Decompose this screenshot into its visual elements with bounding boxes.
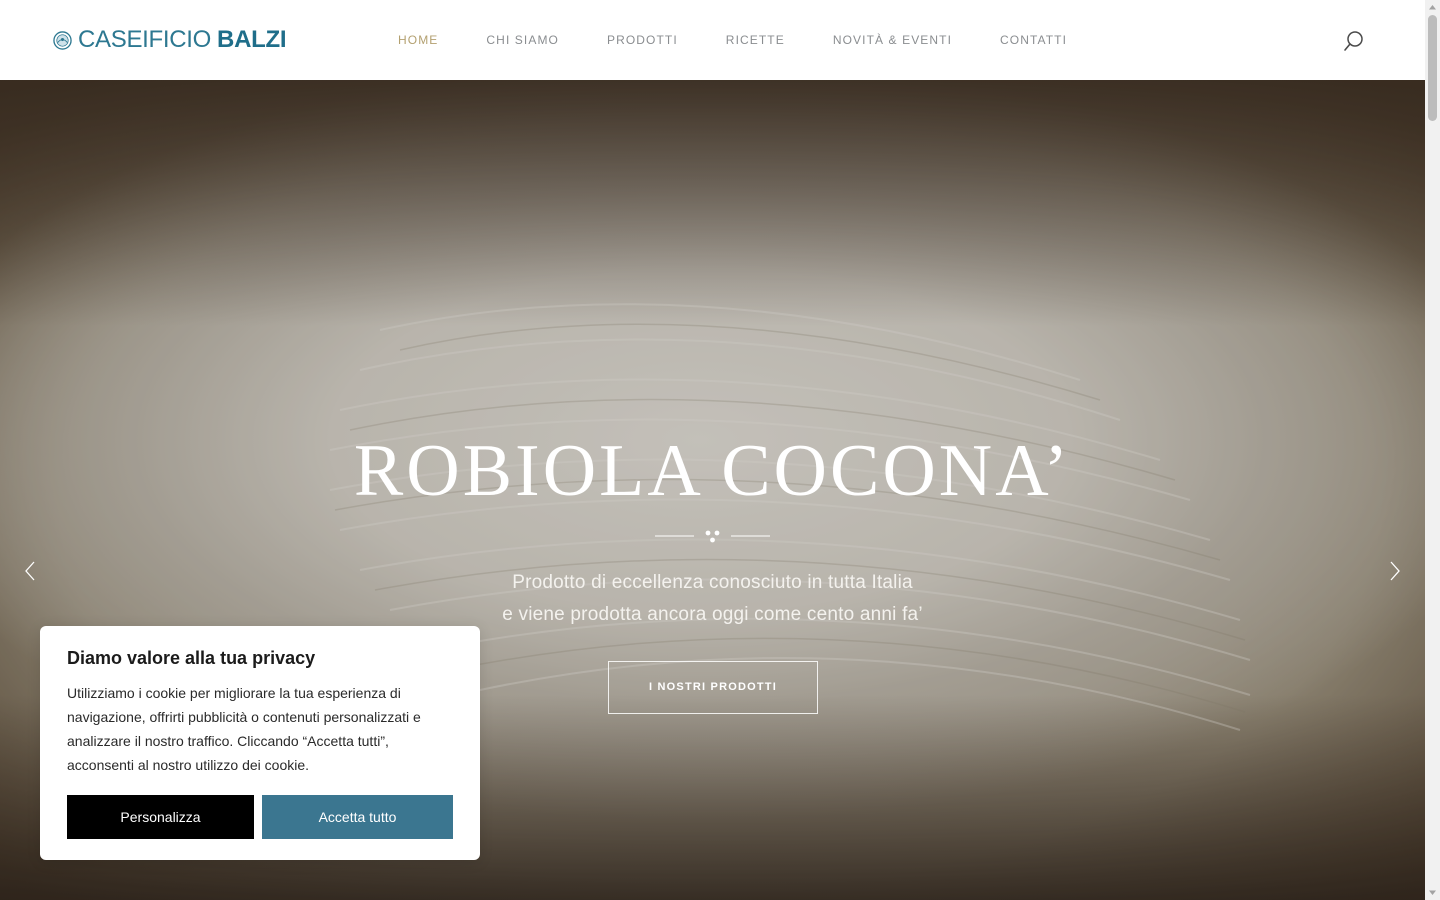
hero-subtitle: Prodotto di eccellenza conosciuto in tut… bbox=[0, 567, 1425, 631]
nav-item-ricette[interactable]: RICETTE bbox=[726, 32, 785, 48]
slider-prev-button[interactable] bbox=[22, 560, 38, 582]
nav-item-prodotti[interactable]: PRODOTTI bbox=[607, 32, 678, 48]
nav-item-contatti[interactable]: CONTATTI bbox=[1000, 32, 1067, 48]
cookie-banner-text: Utilizziamo i cookie per migliorare la t… bbox=[67, 685, 421, 773]
logo-text-bold: BALZI bbox=[217, 26, 287, 53]
logo-text: CASEIFICIO BALZI bbox=[78, 27, 286, 53]
nav-item-novita-eventi[interactable]: NOVITÀ & EVENTI bbox=[833, 32, 952, 48]
hero-subtitle-line-1: Prodotto di eccellenza conosciuto in tut… bbox=[512, 572, 913, 593]
scroll-down-arrow-icon[interactable] bbox=[1425, 885, 1440, 900]
chevron-right-icon bbox=[1390, 561, 1400, 581]
logo-text-light: CASEIFICIO bbox=[78, 26, 212, 53]
our-products-button[interactable]: I NOSTRI PRODOTTI bbox=[608, 661, 818, 714]
hero-divider bbox=[655, 530, 770, 543]
cookie-consent-banner: Diamo valore alla tua privacy Utilizziam… bbox=[40, 626, 480, 860]
cookie-banner-title: Diamo valore alla tua privacy bbox=[67, 648, 316, 668]
search-button[interactable] bbox=[1342, 29, 1366, 53]
accept-all-cookies-button[interactable]: Accetta tutto bbox=[262, 795, 453, 839]
main-nav: HOME CHI SIAMO PRODOTTI RICETTE NOVITÀ &… bbox=[398, 32, 1115, 48]
nav-item-chi-siamo[interactable]: CHI SIAMO bbox=[486, 32, 559, 48]
site-logo[interactable]: CASEIFICIO BALZI bbox=[53, 27, 286, 53]
scroll-up-arrow-icon[interactable] bbox=[1425, 0, 1440, 15]
page-scrollbar[interactable] bbox=[1425, 0, 1440, 900]
slider-next-button[interactable] bbox=[1387, 560, 1403, 582]
customize-cookies-button[interactable]: Personalizza bbox=[67, 795, 254, 839]
nav-item-home[interactable]: HOME bbox=[398, 32, 438, 48]
site-header: CASEIFICIO BALZI HOME CHI SIAMO PRODOTTI … bbox=[0, 0, 1425, 80]
hero-title: ROBIOLA COCONA’ bbox=[353, 430, 1072, 512]
chevron-left-icon bbox=[25, 561, 35, 581]
scrollbar-thumb[interactable] bbox=[1428, 15, 1437, 121]
search-icon bbox=[1344, 31, 1363, 51]
logo-emblem-icon bbox=[53, 30, 72, 50]
